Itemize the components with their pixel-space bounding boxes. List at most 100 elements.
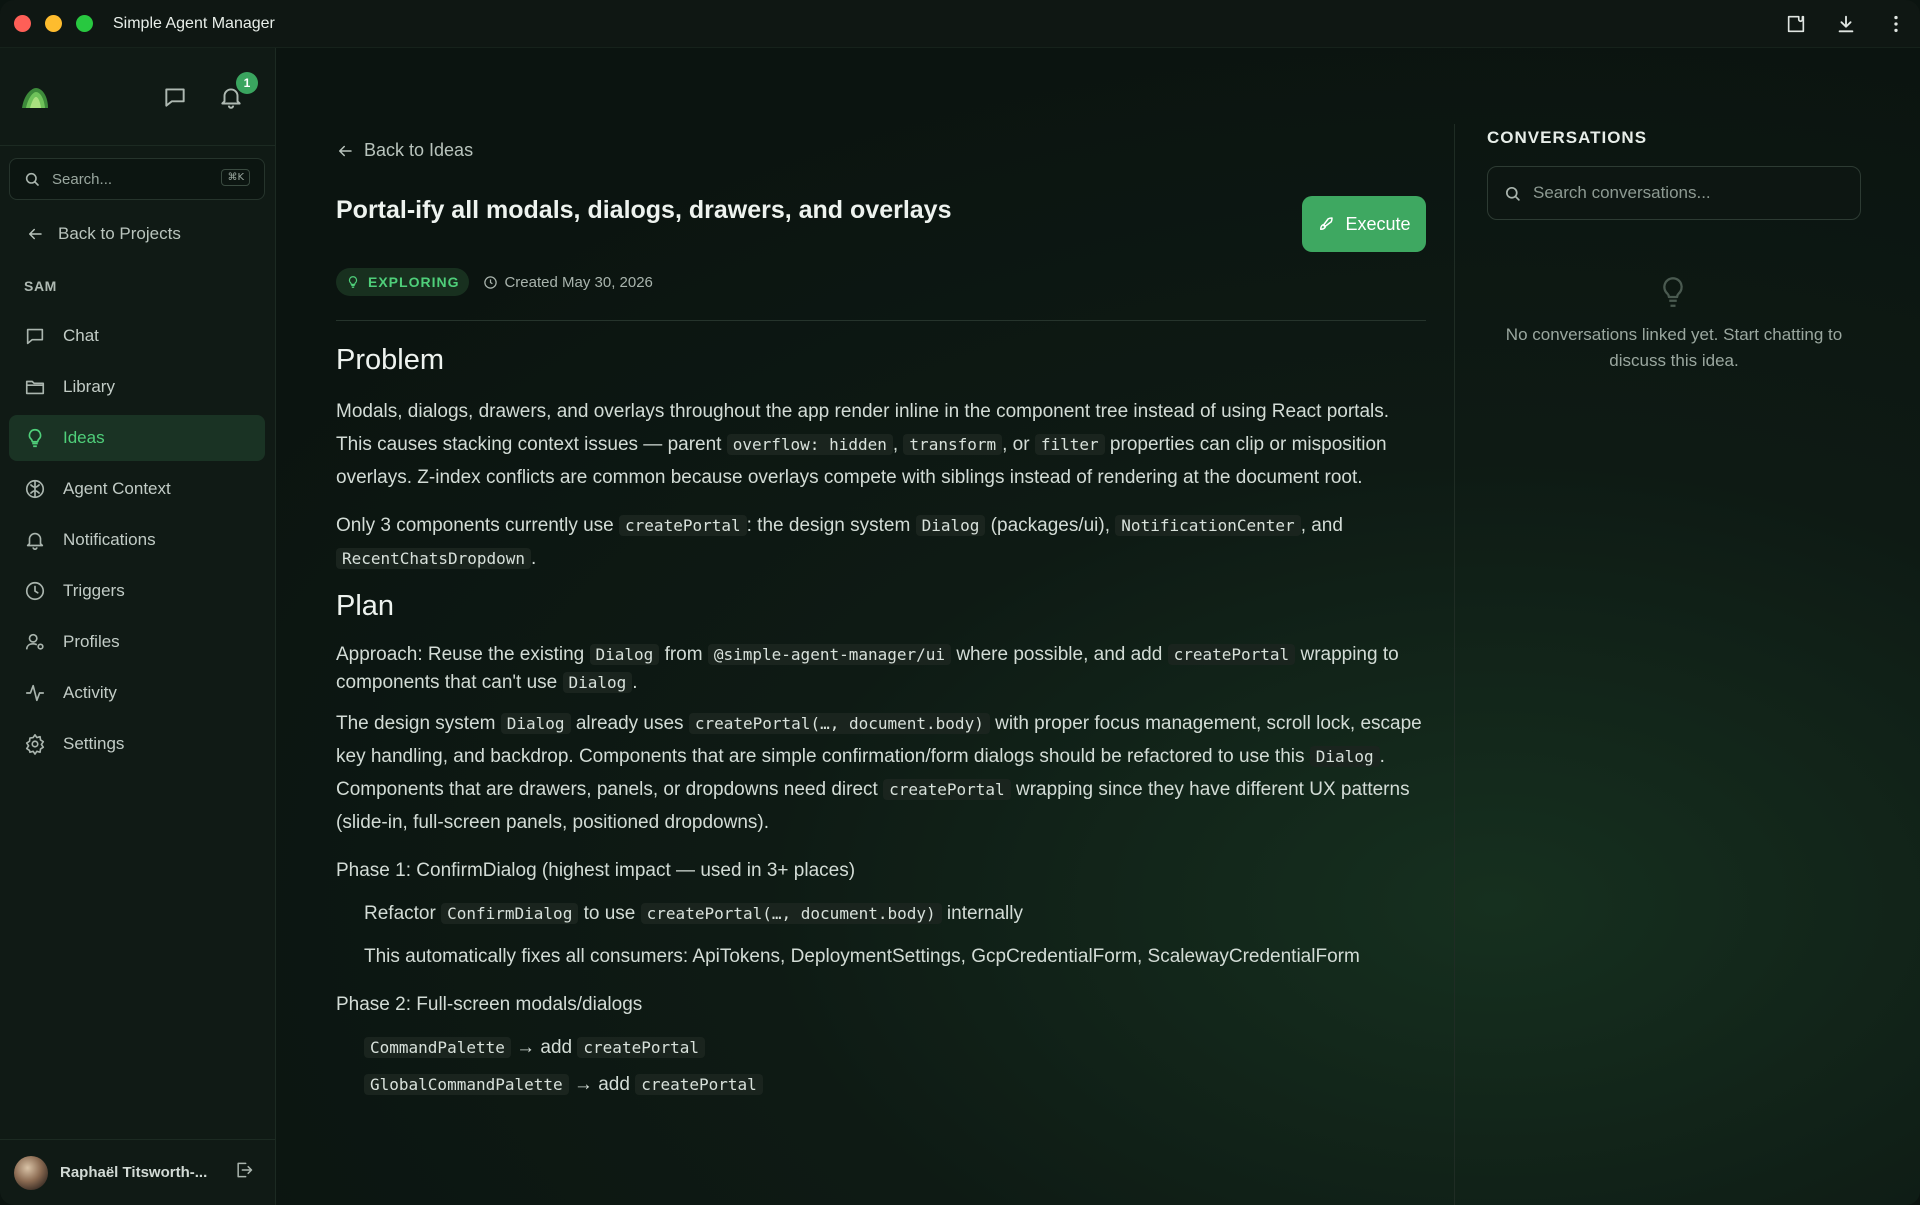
text: already uses — [570, 713, 689, 734]
gear-icon — [23, 732, 47, 756]
text: → add — [568, 1074, 636, 1095]
execute-label: Execute — [1345, 213, 1411, 234]
text: from — [659, 644, 708, 665]
problem-paragraph-2: Only 3 components currently use createPo… — [336, 509, 1426, 575]
inline-code: ConfirmDialog — [441, 903, 579, 924]
sidebar: 1 Search... ⌘K Back to Projects SAM Chat… — [0, 48, 276, 1205]
minimize-window-button[interactable] — [45, 15, 62, 32]
text: . — [531, 548, 537, 569]
sidebar-item-agent-context[interactable]: Agent Context — [9, 466, 265, 512]
conversations-empty-state: No conversations linked yet. Start chatt… — [1505, 325, 1843, 370]
text: . — [632, 672, 638, 693]
sidebar-item-chat[interactable]: Chat — [9, 313, 265, 359]
text: Only 3 components currently use — [336, 515, 620, 536]
inline-code: GlobalCommandPalette — [364, 1074, 569, 1095]
sidebar-item-label: Notifications — [63, 530, 156, 549]
inline-code: RecentChatsDropdown — [336, 548, 532, 569]
app-logo-icon[interactable] — [20, 86, 50, 110]
header-divider — [336, 320, 1426, 321]
close-window-button[interactable] — [14, 15, 31, 32]
inline-code: Dialog — [589, 644, 660, 665]
text: , — [892, 434, 904, 455]
back-to-projects-link[interactable]: Back to Projects — [26, 224, 181, 244]
text: The design system — [336, 713, 501, 734]
clock-icon — [23, 579, 47, 603]
bell-icon — [23, 528, 47, 552]
phase-2-title: Phase 2: Full-screen modals/dialogs — [336, 994, 643, 1015]
window-controls — [14, 15, 93, 32]
search-icon — [25, 172, 39, 186]
back-to-ideas-link[interactable]: Back to Ideas — [336, 140, 473, 161]
text: Approach: Reuse the existing — [336, 644, 590, 665]
text: → add — [510, 1037, 578, 1058]
sidebar-item-label: Settings — [63, 734, 125, 753]
sidebar-item-triggers[interactable]: Triggers — [9, 568, 265, 614]
inline-code: createPortal(…, document.body) — [640, 903, 942, 924]
sidebar-item-profiles[interactable]: Profiles — [9, 619, 265, 665]
inline-code: CommandPalette — [364, 1037, 511, 1058]
sidebar-item-label: Profiles — [63, 632, 120, 651]
clock-icon — [484, 275, 498, 289]
sidebar-header: 1 — [0, 48, 275, 146]
text: : the design system — [746, 515, 916, 536]
inline-code: createPortal — [635, 1074, 763, 1095]
plan-paragraph-1: Approach: Reuse the existing Dialog from… — [336, 641, 1426, 697]
plan-paragraph-2: The design system Dialog already uses cr… — [336, 707, 1426, 839]
text: , and — [1300, 515, 1343, 536]
problem-paragraph-1: Modals, dialogs, drawers, and overlays t… — [336, 395, 1426, 494]
arrow-left-icon — [339, 145, 352, 156]
folder-icon — [23, 375, 47, 399]
phase-1-step-1: Refactor ConfirmDialog to use createPort… — [336, 897, 1426, 930]
sidebar-item-settings[interactable]: Settings — [9, 721, 265, 767]
text: where possible, and add — [951, 644, 1168, 665]
status-badge: EXPLORING — [336, 268, 470, 296]
phase-2-step-2: GlobalCommandPalette → add createPortal — [336, 1068, 1426, 1101]
logout-icon[interactable] — [234, 1160, 256, 1182]
phase-1-title: Phase 1: ConfirmDialog (highest impact —… — [336, 860, 856, 881]
sidebar-item-label: Ideas — [63, 428, 105, 447]
lightbulb-icon — [348, 276, 358, 288]
conversations-panel: CONVERSATIONS Search conversations... No… — [1454, 124, 1920, 1205]
arrow-left-icon — [29, 228, 42, 240]
text: , or — [1002, 434, 1035, 455]
avatar[interactable] — [14, 1155, 48, 1190]
app-window: Simple Agent Manager 1 Search... ⌘K Back… — [0, 0, 1920, 1205]
conversations-search-input[interactable]: Search conversations... — [1487, 166, 1861, 220]
titlebar-actions — [1782, 10, 1910, 38]
inline-code: createPortal — [577, 1037, 705, 1058]
sidebar-item-activity[interactable]: Activity — [9, 670, 265, 716]
search-shortcut: ⌘K — [221, 169, 250, 186]
problem-heading: Problem — [336, 344, 444, 376]
user-name: Raphaël Titsworth-... — [60, 1164, 208, 1181]
sidebar-item-label: Chat — [63, 326, 99, 345]
created-date: Created May 30, 2026 — [483, 273, 653, 291]
inline-code: createPortal — [1167, 644, 1296, 665]
rocket-icon — [1320, 217, 1334, 230]
sidebar-nav: Chat Library Ideas Agent Context Notific… — [9, 313, 265, 772]
sidebar-item-ideas[interactable]: Ideas — [9, 415, 265, 461]
conversations-title: CONVERSATIONS — [1487, 128, 1648, 147]
app-title: Simple Agent Manager — [113, 14, 275, 32]
download-icon[interactable] — [1832, 10, 1860, 38]
inline-code: Dialog — [562, 672, 633, 693]
sidebar-item-label: Triggers — [63, 581, 125, 600]
inline-code: Dialog — [915, 515, 986, 536]
execute-button[interactable]: Execute — [1302, 196, 1426, 252]
sidebar-item-notifications[interactable]: Notifications — [9, 517, 265, 563]
inline-code: Dialog — [1309, 746, 1380, 767]
phase-1-step-2: This automatically fixes all consumers: … — [364, 946, 1360, 967]
titlebar: Simple Agent Manager — [0, 0, 1920, 48]
chat-bubble-icon[interactable] — [162, 84, 190, 112]
zoom-window-button[interactable] — [76, 15, 93, 32]
idea-meta: EXPLORING Created May 30, 2026 — [336, 268, 653, 296]
sidebar-item-label: Activity — [63, 683, 117, 702]
sidebar-item-label: Library — [63, 377, 115, 396]
brain-icon — [23, 477, 47, 501]
created-label: Created May 30, 2026 — [504, 273, 653, 291]
back-to-projects-label: Back to Projects — [58, 224, 181, 243]
sidebar-item-library[interactable]: Library — [9, 364, 265, 410]
extensions-icon[interactable] — [1782, 10, 1810, 38]
user-gear-icon — [23, 630, 47, 654]
more-menu-icon[interactable] — [1882, 10, 1910, 38]
sidebar-search-input[interactable]: Search... ⌘K — [9, 158, 265, 200]
